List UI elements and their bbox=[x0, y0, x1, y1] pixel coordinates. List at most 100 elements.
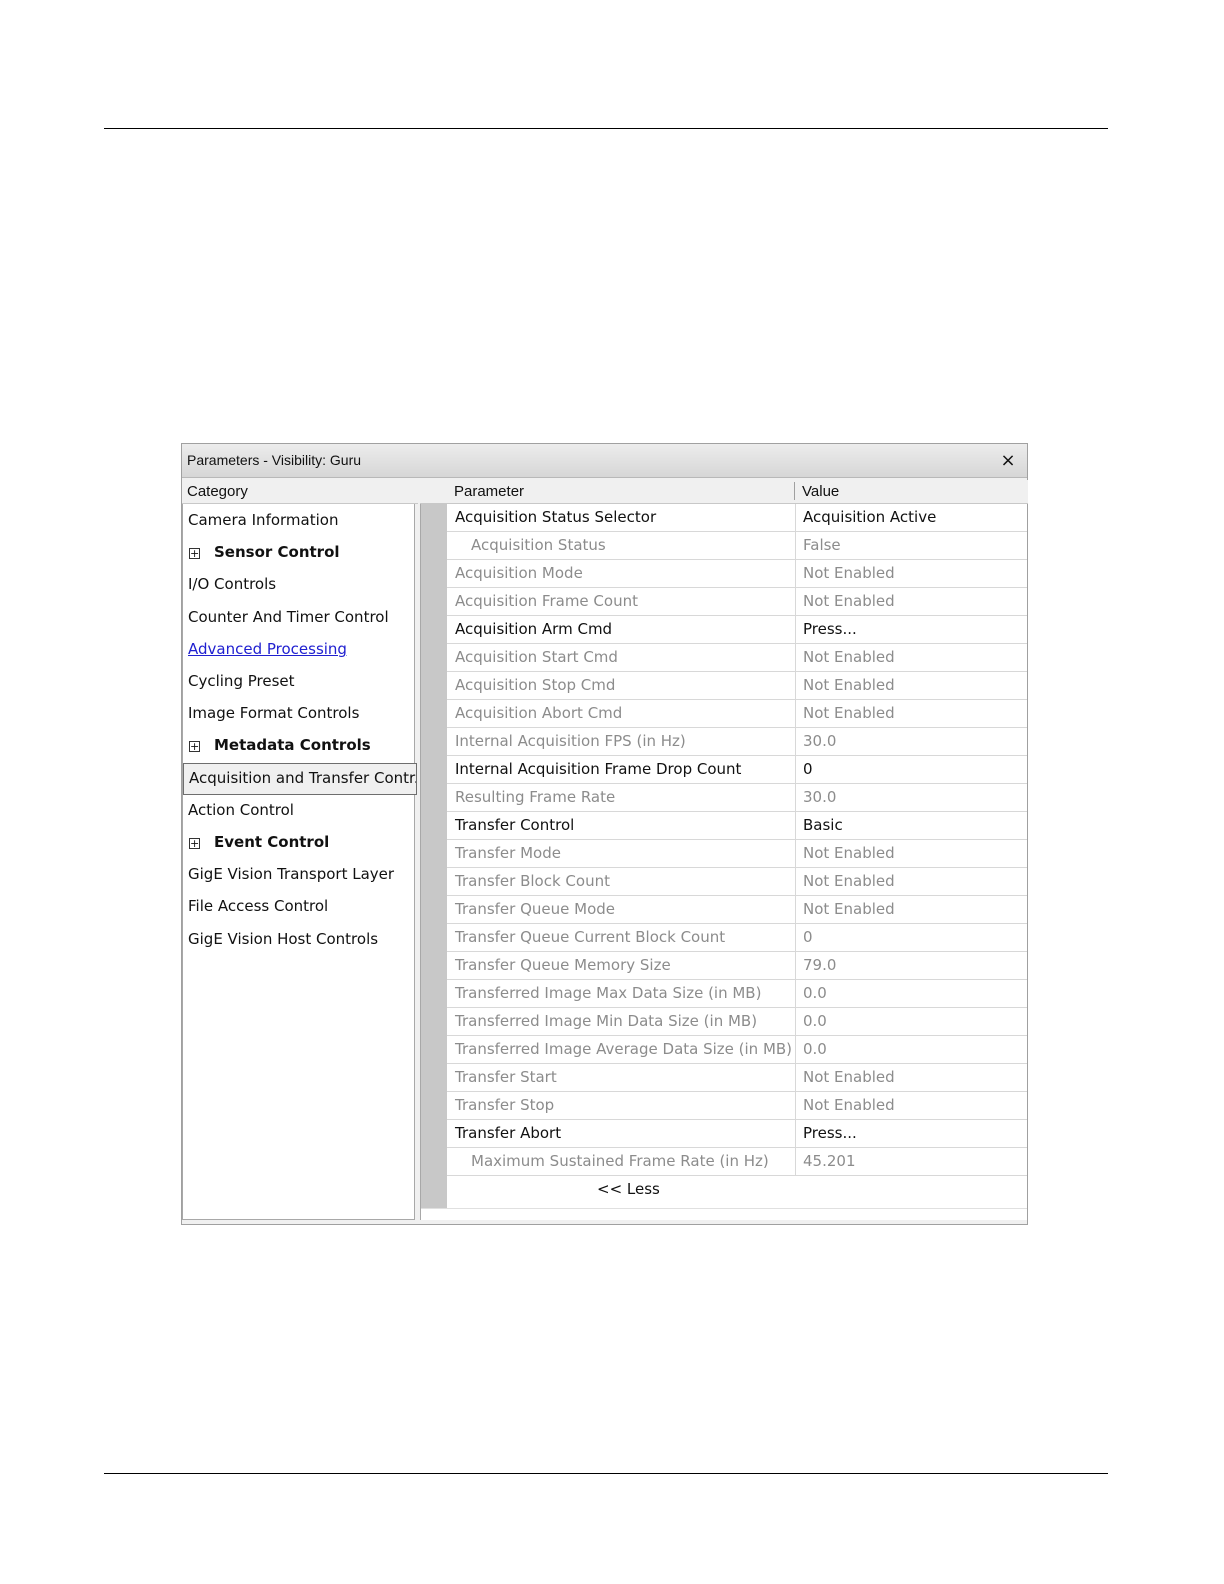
parameter-row[interactable]: Transfer Mode Not Enabled bbox=[447, 840, 1027, 868]
category-item[interactable]: Image Format Controls bbox=[183, 699, 415, 729]
parameter-row[interactable]: Acquisition Abort Cmd Not Enabled bbox=[447, 700, 1027, 728]
parameter-row[interactable]: Transfer Stop Not Enabled bbox=[447, 1092, 1027, 1120]
parameter-row[interactable]: Transfer Queue Current Block Count 0 bbox=[447, 924, 1027, 952]
parameter-name: Internal Acquisition FPS (in Hz) bbox=[455, 732, 686, 750]
category-item[interactable]: + Sensor Control bbox=[183, 538, 415, 568]
less-row: << Less bbox=[447, 1176, 1027, 1204]
parameter-row[interactable]: Acquisition Start Cmd Not Enabled bbox=[447, 644, 1027, 672]
parameter-row[interactable]: Transferred Image Average Data Size (in … bbox=[447, 1036, 1027, 1064]
parameter-name: Acquisition Status Selector bbox=[455, 508, 657, 526]
parameter-row[interactable]: Transferred Image Min Data Size (in MB) 0… bbox=[447, 1008, 1027, 1036]
parameter-row[interactable]: Acquisition Status False bbox=[447, 532, 1027, 560]
close-icon[interactable]: × bbox=[997, 450, 1019, 472]
parameter-value: False bbox=[795, 532, 1027, 559]
category-label: GigE Vision Host Controls bbox=[188, 929, 379, 948]
category-item[interactable]: GigE Vision Host Controls bbox=[183, 925, 415, 955]
parameter-value: Not Enabled bbox=[795, 588, 1027, 615]
category-label: Counter And Timer Control bbox=[188, 607, 389, 626]
expand-icon[interactable]: + bbox=[189, 741, 200, 753]
parameter-value: Not Enabled bbox=[795, 644, 1027, 671]
parameter-name: Transfer Stop bbox=[455, 1096, 555, 1114]
category-label: Action Control bbox=[188, 800, 294, 819]
category-item[interactable]: Camera Information bbox=[183, 506, 415, 536]
parameter-row[interactable]: Acquisition Stop Cmd Not Enabled bbox=[447, 672, 1027, 700]
category-item[interactable]: Counter And Timer Control bbox=[183, 603, 415, 633]
parameter-value: Not Enabled bbox=[795, 896, 1027, 923]
category-item[interactable]: File Access Control bbox=[183, 892, 415, 922]
category-item[interactable]: Cycling Preset bbox=[183, 667, 415, 697]
title-bar: Parameters - Visibility: Guru × bbox=[182, 444, 1027, 478]
parameter-name: Transferred Image Average Data Size (in … bbox=[455, 1040, 793, 1058]
parameter-row[interactable]: Transfer Abort Press... bbox=[447, 1120, 1027, 1148]
parameter-name: Transfer Control bbox=[455, 816, 575, 834]
expand-icon[interactable]: + bbox=[189, 838, 200, 849]
parameter-value: Not Enabled bbox=[795, 868, 1027, 895]
less-button[interactable]: << Less bbox=[597, 1180, 660, 1198]
parameter-grid: Acquisition Status Selector Acquisition A… bbox=[447, 504, 1027, 1204]
category-item[interactable]: + Metadata Controls bbox=[183, 731, 415, 761]
category-item[interactable]: + Event Control bbox=[183, 828, 415, 858]
parameter-row[interactable]: Acquisition Status Selector Acquisition A… bbox=[447, 504, 1027, 532]
parameter-value[interactable]: Press... bbox=[795, 1120, 1027, 1147]
parameter-panel: Acquisition Status Selector Acquisition A… bbox=[420, 504, 1027, 1221]
parameter-name: Transferred Image Min Data Size (in MB) bbox=[455, 1012, 758, 1030]
parameter-value[interactable]: Basic bbox=[795, 812, 1027, 839]
parameter-value: 79.0 bbox=[795, 952, 1027, 979]
parameter-name: Transfer Queue Mode bbox=[455, 900, 615, 918]
parameter-row[interactable]: Transfer Block Count Not Enabled bbox=[447, 868, 1027, 896]
category-label: Image Format Controls bbox=[188, 704, 360, 723]
parameter-value: 0.0 bbox=[795, 980, 1027, 1007]
parameter-row[interactable]: Transferred Image Max Data Size (in MB) 0… bbox=[447, 980, 1027, 1008]
category-label: Camera Information bbox=[188, 511, 339, 529]
category-header: Category bbox=[182, 480, 418, 504]
parameter-row[interactable]: Internal Acquisition Frame Drop Count 0 bbox=[447, 756, 1027, 784]
parameter-name: Transfer Queue Current Block Count bbox=[455, 928, 726, 946]
parameter-row[interactable]: Resulting Frame Rate 30.0 bbox=[447, 784, 1027, 812]
parameter-name: Acquisition Stop Cmd bbox=[455, 676, 616, 694]
category-label: I/O Controls bbox=[188, 575, 277, 594]
category-item[interactable]: I/O Controls bbox=[183, 570, 415, 600]
parameters-window: Parameters - Visibility: Guru × Category… bbox=[181, 443, 1028, 1225]
parameter-value[interactable]: 0 bbox=[795, 756, 1027, 783]
category-label: Sensor Control bbox=[214, 543, 340, 562]
parameter-name: Transfer Queue Memory Size bbox=[455, 956, 671, 974]
parameter-name: Maximum Sustained Frame Rate (in Hz) bbox=[471, 1152, 769, 1170]
parameter-row[interactable]: Acquisition Arm Cmd Press... bbox=[447, 616, 1027, 644]
parameter-name: Transferred Image Max Data Size (in MB) bbox=[455, 984, 762, 1002]
parameter-value: 30.0 bbox=[795, 728, 1027, 755]
parameter-row[interactable]: Transfer Control Basic bbox=[447, 812, 1027, 840]
parameter-name: Acquisition Abort Cmd bbox=[455, 704, 623, 722]
parameter-name: Acquisition Arm Cmd bbox=[455, 620, 613, 638]
category-item[interactable]: Acquisition and Transfer Contr... bbox=[183, 762, 417, 795]
parameter-value[interactable]: Press... bbox=[795, 616, 1027, 643]
category-label: Cycling Preset bbox=[188, 672, 295, 690]
parameter-value: 0.0 bbox=[795, 1036, 1027, 1063]
parameter-value: Not Enabled bbox=[795, 700, 1027, 727]
parameter-row[interactable]: Internal Acquisition FPS (in Hz) 30.0 bbox=[447, 728, 1027, 756]
category-label: Acquisition and Transfer Contr... bbox=[189, 768, 417, 787]
parameter-value: 0.0 bbox=[795, 1008, 1027, 1035]
parameter-name: Acquisition Start Cmd bbox=[455, 648, 618, 666]
expand-icon[interactable]: + bbox=[189, 548, 200, 560]
category-item[interactable]: GigE Vision Transport Layer bbox=[183, 860, 415, 890]
category-item[interactable]: Action Control bbox=[183, 796, 415, 826]
parameter-value: 30.0 bbox=[795, 784, 1027, 811]
parameter-row[interactable]: Acquisition Mode Not Enabled bbox=[447, 560, 1027, 588]
parameter-value: Not Enabled bbox=[795, 840, 1027, 867]
parameter-value: Not Enabled bbox=[795, 672, 1027, 699]
category-item[interactable]: Advanced Processing bbox=[183, 635, 415, 665]
parameter-value[interactable]: Acquisition Active bbox=[795, 504, 1027, 531]
parameter-row[interactable]: Acquisition Frame Count Not Enabled bbox=[447, 588, 1027, 616]
value-header-label: Value bbox=[802, 483, 840, 500]
category-list: Camera Information + Sensor Control I/O Con… bbox=[182, 504, 417, 1220]
parameter-value: 45.201 bbox=[795, 1148, 1027, 1175]
parameter-row[interactable]: Transfer Start Not Enabled bbox=[447, 1064, 1027, 1092]
category-label: Event Control bbox=[214, 833, 330, 851]
window-bottom-edge bbox=[182, 1220, 1027, 1224]
parameter-row[interactable]: Transfer Queue Mode Not Enabled bbox=[447, 896, 1027, 924]
parameter-name: Acquisition Mode bbox=[455, 564, 583, 582]
parameter-value: 0 bbox=[795, 924, 1027, 951]
parameter-row[interactable]: Transfer Queue Memory Size 79.0 bbox=[447, 952, 1027, 980]
parameter-row[interactable]: Maximum Sustained Frame Rate (in Hz) 45.2… bbox=[447, 1148, 1027, 1176]
parameter-name: Transfer Mode bbox=[455, 844, 561, 862]
